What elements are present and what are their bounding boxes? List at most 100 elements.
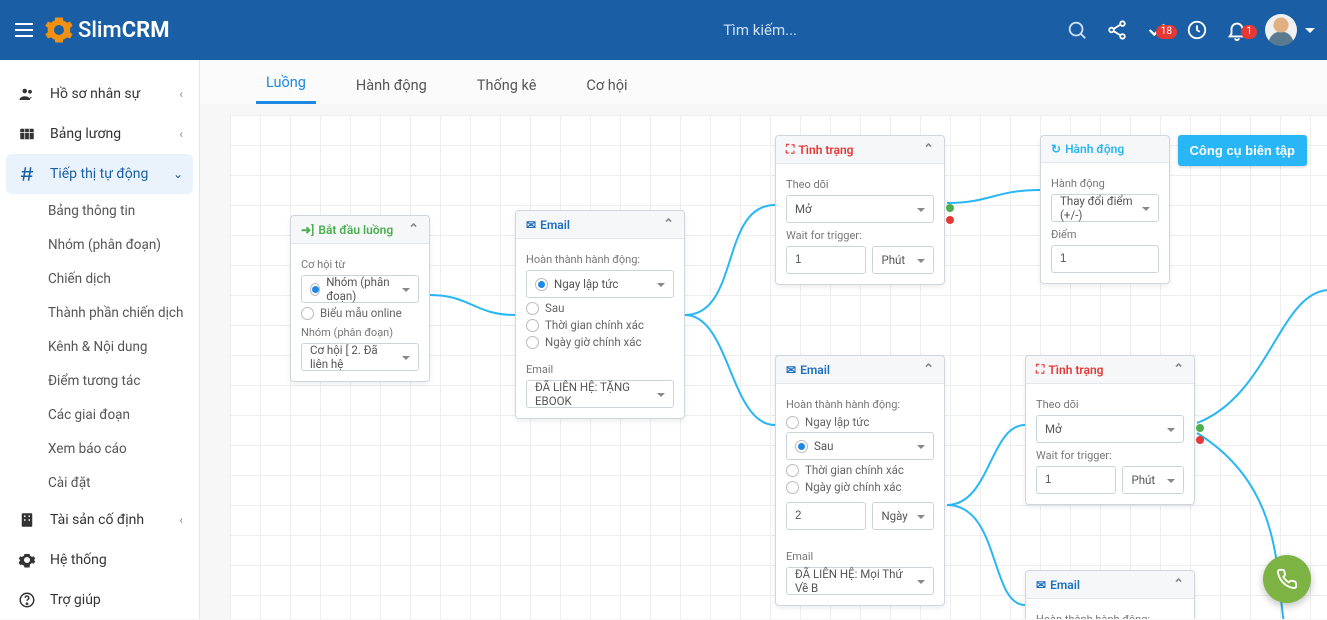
bell-icon[interactable]: 1: [1217, 19, 1257, 41]
collapse-icon[interactable]: ⌃: [1173, 362, 1184, 377]
node-email-2[interactable]: ✉Email⌃ Hoàn thành hành động: Ngay lập t…: [775, 355, 945, 606]
action-select[interactable]: Thay đổi điểm (+/-): [1051, 194, 1159, 222]
wait-number-input[interactable]: [786, 246, 866, 274]
node-title: Tình trạng: [1048, 363, 1173, 377]
sidebar-item-assets[interactable]: Tài sản cố định ‹: [0, 500, 199, 540]
radio-immediate[interactable]: Ngay lập tức: [786, 415, 934, 429]
radio-exact-datetime[interactable]: Ngày giờ chính xác: [526, 335, 674, 349]
users-icon: [16, 85, 38, 103]
sidebar-item-help[interactable]: Trợ giúp: [0, 580, 199, 620]
field-label: Theo dõi: [1036, 398, 1184, 411]
wait-unit-select[interactable]: Phút: [872, 246, 934, 274]
enter-icon: ➜]: [301, 223, 314, 237]
gear-icon: [16, 551, 38, 569]
chevron-left-icon: ‹: [179, 87, 183, 101]
clock-icon[interactable]: [1177, 19, 1217, 41]
collapse-icon[interactable]: ⌃: [663, 217, 674, 232]
sidebar-label: Bảng lương: [50, 126, 121, 142]
gear-icon: [44, 15, 74, 45]
main-area: Luồng Hành động Thống kê Cơ hội Công cụ …: [200, 60, 1327, 619]
mail-icon: ✉: [526, 218, 536, 232]
sidebar-sub-dashboard[interactable]: Bảng thông tin: [0, 194, 199, 228]
points-input[interactable]: [1051, 245, 1159, 273]
sidebar: Hồ sơ nhân sự‹ Bảng lương ‹ Tiếp thị tự đ…: [0, 60, 200, 619]
email-select[interactable]: ĐÃ LIÊN HỆ: TẶNG EBOOK: [526, 380, 674, 408]
building-icon: [16, 511, 38, 529]
search-icon[interactable]: [1057, 19, 1097, 41]
follow-select[interactable]: Mở: [786, 195, 934, 223]
delay-unit-select[interactable]: Ngày: [872, 502, 934, 530]
hamburger-icon[interactable]: [12, 18, 36, 42]
radio-immediate[interactable]: Ngay lập tức: [526, 270, 674, 298]
sidebar-sub-settings[interactable]: Cài đặt: [0, 466, 199, 500]
avatar[interactable]: [1265, 14, 1297, 46]
sidebar-sub-points[interactable]: Điểm tương tác: [0, 364, 199, 398]
search-placeholder[interactable]: Tìm kiếm...: [723, 21, 797, 39]
status-icon: ⛶: [1036, 362, 1044, 377]
field-label: Hành động: [1051, 177, 1159, 190]
chevron-left-icon: ‹: [179, 127, 183, 141]
wait-number-input[interactable]: [1036, 466, 1116, 494]
collapse-icon[interactable]: ⌃: [923, 362, 934, 377]
tab-stats[interactable]: Thống kê: [467, 77, 547, 104]
radio-exact-time[interactable]: Thời gian chính xác: [526, 318, 674, 332]
sidebar-sub-campaign[interactable]: Chiến dịch: [0, 262, 199, 296]
brand-logo[interactable]: SlimCRM: [44, 15, 169, 45]
radio-exact-datetime[interactable]: Ngày giờ chính xác: [786, 480, 934, 494]
sidebar-sub-group[interactable]: Nhóm (phân đoạn): [0, 228, 199, 262]
phone-fab[interactable]: [1263, 555, 1311, 603]
collapse-icon[interactable]: ⌃: [923, 142, 934, 157]
sidebar-sub-stages[interactable]: Các giai đoạn: [0, 398, 199, 432]
email-select[interactable]: ĐÃ LIÊN HỆ: Mọi Thứ Về B: [786, 567, 934, 595]
brand-text-1: Slim: [78, 18, 122, 43]
node-status-1[interactable]: ⛶Tình trạng⌃ Theo dõi Mở Wait for trigge…: [775, 135, 945, 285]
field-label: Hoàn thành hành động:: [786, 398, 934, 411]
sidebar-item-hr[interactable]: Hồ sơ nhân sự‹: [0, 74, 199, 114]
chevron-left-icon: ‹: [179, 513, 183, 527]
hash-icon: [16, 165, 38, 183]
node-title: Bắt đầu luồng: [318, 223, 408, 237]
tab-opportunity[interactable]: Cơ hội: [576, 77, 637, 104]
sidebar-sub-channels[interactable]: Kênh & Nội dung: [0, 330, 199, 364]
sidebar-item-payroll[interactable]: Bảng lương ‹: [0, 114, 199, 154]
tab-flow[interactable]: Luồng: [256, 74, 316, 104]
sidebar-label: Trợ giúp: [50, 592, 101, 608]
node-start[interactable]: ➜]Bắt đầu luồng⌃ Cơ hội từ Nhóm (phân đo…: [290, 215, 430, 382]
editor-tool-button[interactable]: Công cụ biên tập: [1178, 135, 1307, 166]
sidebar-sub-reports[interactable]: Xem báo cáo: [0, 432, 199, 466]
sidebar-label: Tiếp thị tự động: [50, 166, 148, 182]
user-menu-caret[interactable]: [1305, 28, 1315, 33]
collapse-icon[interactable]: ⌃: [408, 222, 419, 237]
radio-after[interactable]: Sau: [526, 301, 674, 315]
sidebar-item-system[interactable]: Hệ thống: [0, 540, 199, 580]
app-header: SlimCRM Tìm kiếm... 18 1: [0, 0, 1327, 60]
bell-badge: 1: [1241, 25, 1257, 39]
tab-actions[interactable]: Hành động: [346, 77, 437, 104]
segment-select[interactable]: Cơ hội [ 2. Đã liên hệ: [301, 343, 419, 371]
radio-exact-time[interactable]: Thời gian chính xác: [786, 463, 934, 477]
wait-unit-select[interactable]: Phút: [1122, 466, 1184, 494]
node-email-3[interactable]: ✉Email⌃ Hoàn thành hành động:: [1025, 570, 1195, 619]
table-icon: [16, 125, 38, 143]
flow-canvas[interactable]: Công cụ biên tập ➜]Bắt đầu luồng⌃ Cơ hội…: [230, 115, 1327, 619]
share-icon[interactable]: [1097, 19, 1137, 41]
follow-select[interactable]: Mở: [1036, 415, 1184, 443]
radio-group[interactable]: Nhóm (phân đoạn): [301, 275, 419, 303]
checks-icon[interactable]: 18: [1137, 19, 1177, 41]
delay-number-input[interactable]: [786, 502, 866, 530]
field-label: Theo dõi: [786, 178, 934, 191]
radio-form[interactable]: Biểu mẫu online: [301, 306, 419, 320]
node-action[interactable]: ↻Hành động Hành động Thay đổi điểm (+/-)…: [1040, 135, 1170, 284]
node-email-1[interactable]: ✉Email⌃ Hoàn thành hành động: Ngay lập t…: [515, 210, 685, 419]
collapse-icon[interactable]: ⌃: [1173, 577, 1184, 592]
field-label: Email: [526, 363, 674, 376]
radio-after[interactable]: Sau: [786, 432, 934, 460]
sidebar-item-marketing[interactable]: Tiếp thị tự động⌄: [6, 154, 193, 194]
node-title: Email: [540, 218, 663, 232]
sidebar-label: Hệ thống: [50, 552, 107, 568]
sidebar-sub-components[interactable]: Thành phần chiến dịch: [0, 296, 199, 330]
field-label: Nhóm (phân đoạn): [301, 326, 419, 339]
node-status-2[interactable]: ⛶Tình trạng⌃ Theo dõi Mở Wait for trigge…: [1025, 355, 1195, 505]
sidebar-label: Tài sản cố định: [50, 512, 144, 528]
field-label: Hoàn thành hành động:: [1036, 613, 1184, 619]
